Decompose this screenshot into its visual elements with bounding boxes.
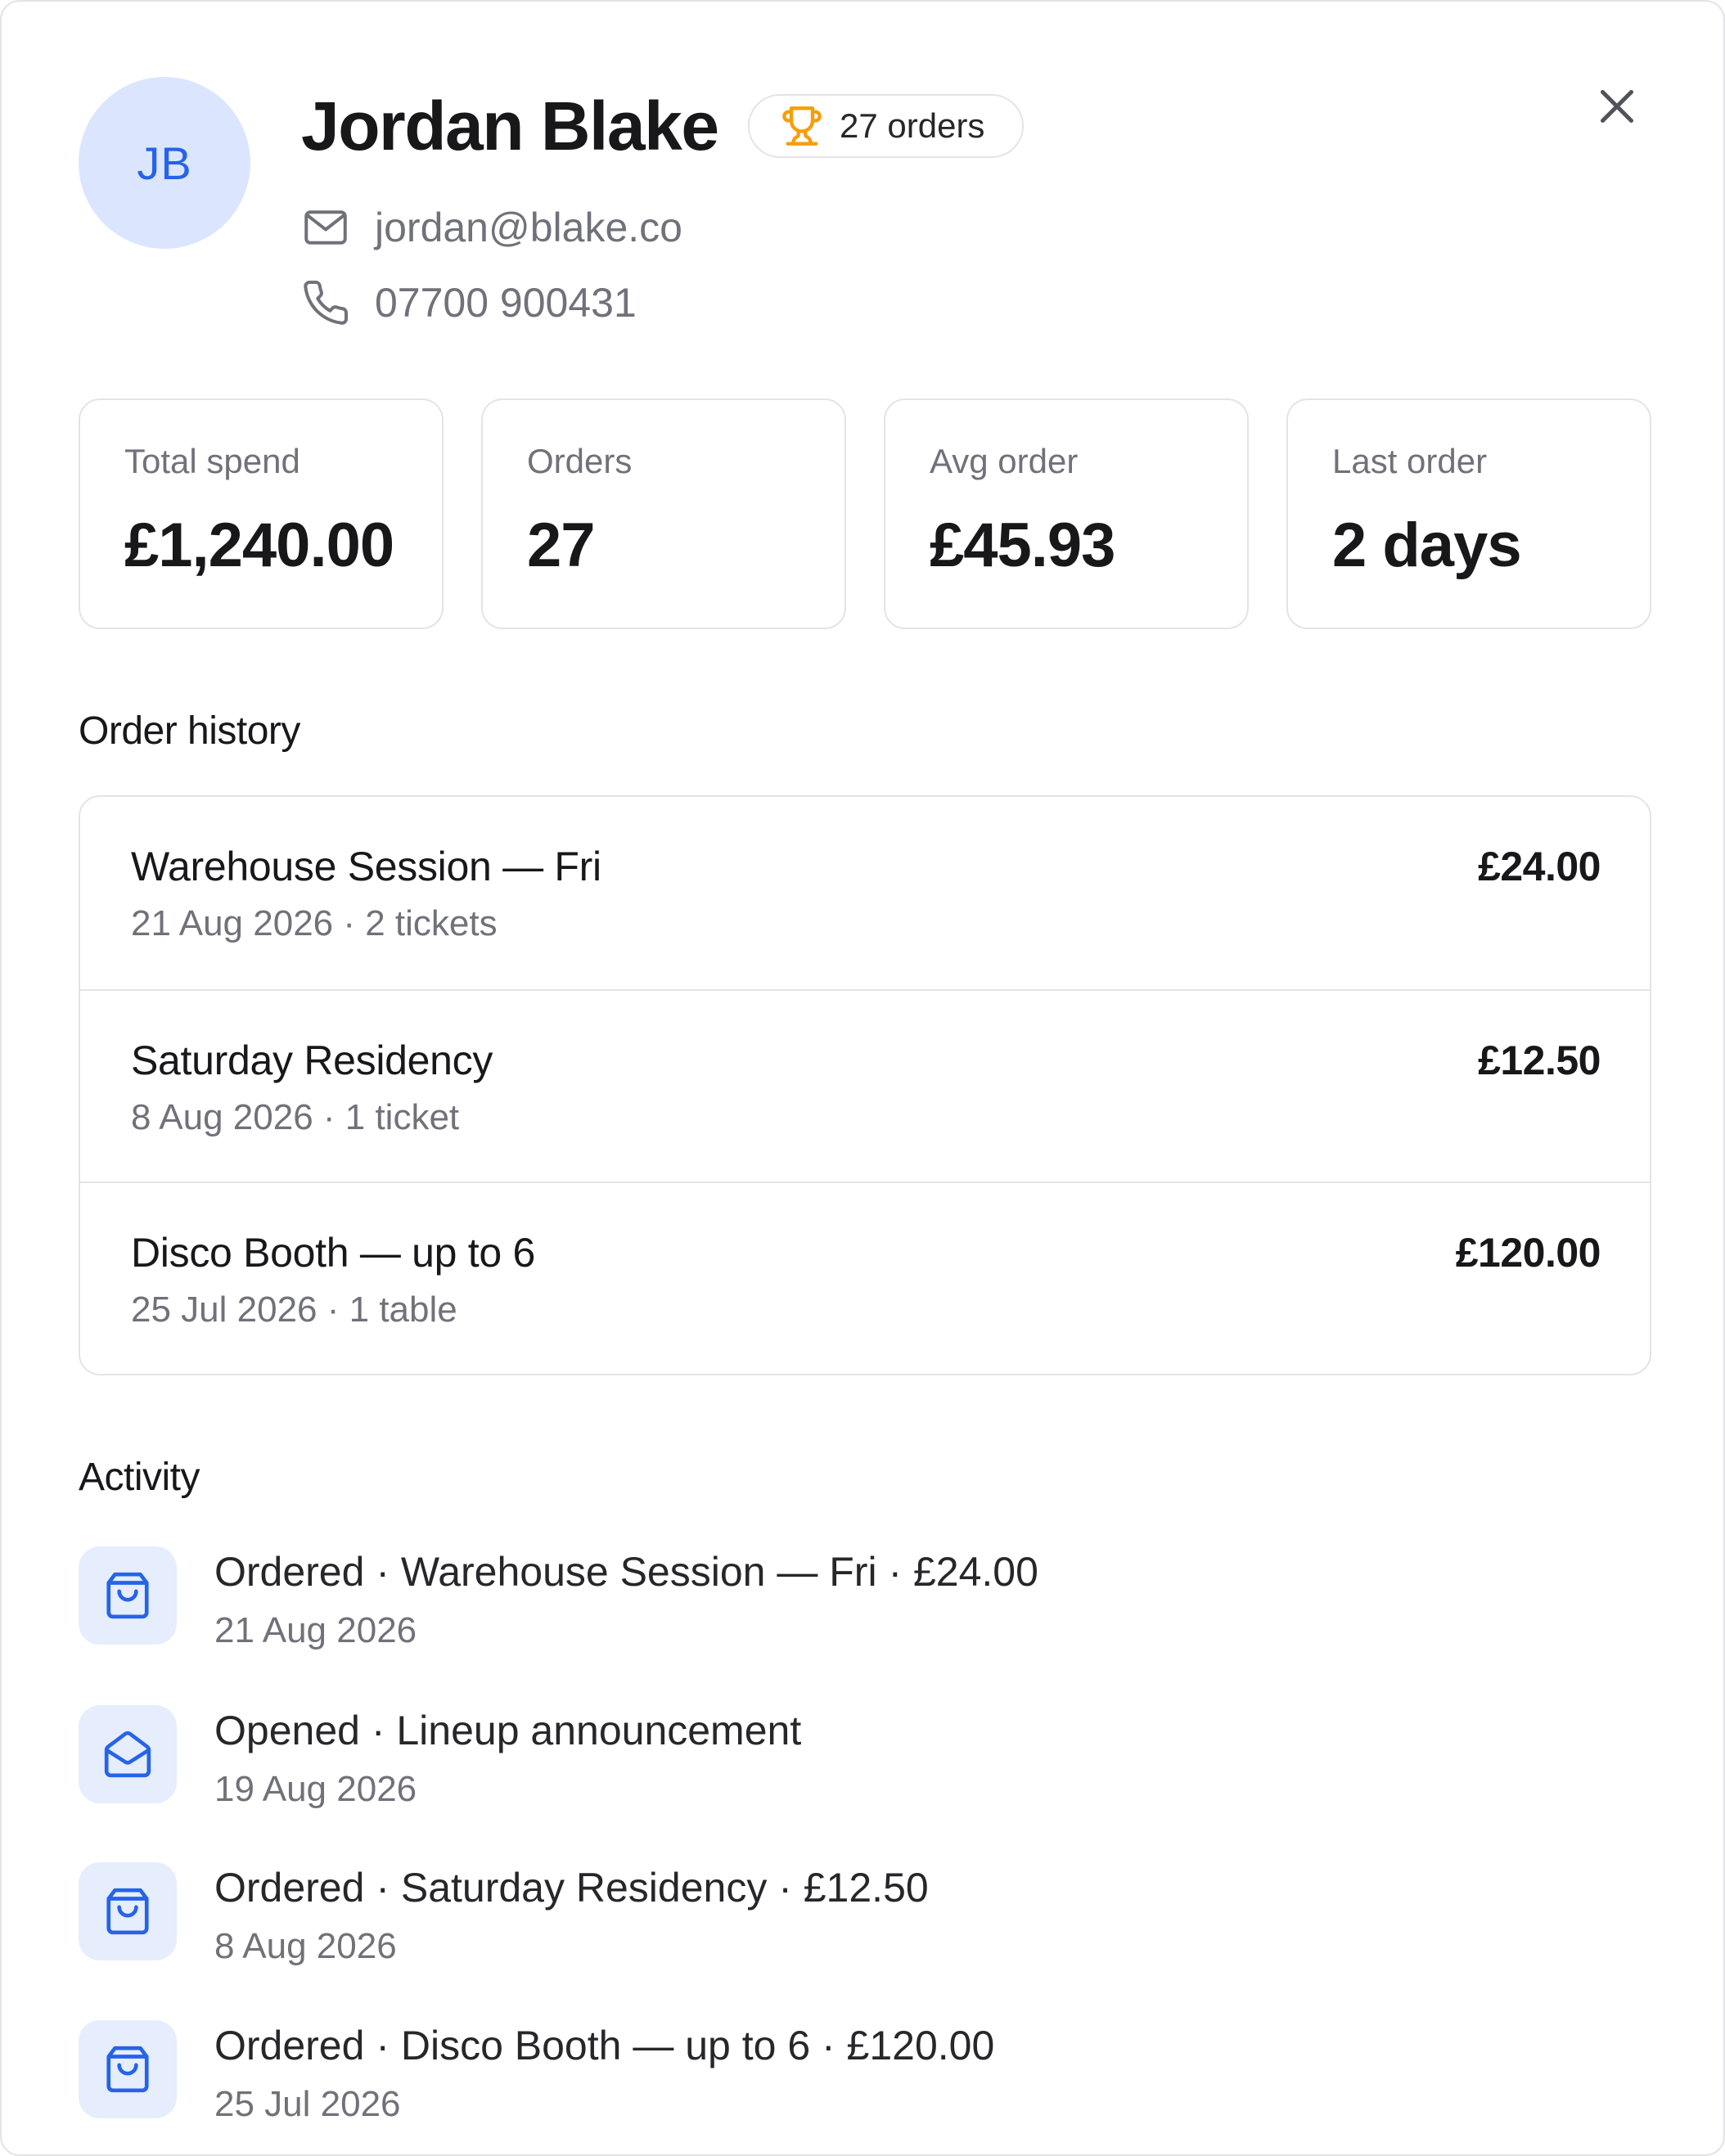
stat-avg-order: Avg order £45.93	[884, 398, 1249, 629]
email-text[interactable]: jordan@blake.co	[375, 204, 682, 251]
email-row: jordan@blake.co	[301, 203, 682, 252]
stat-label: Last order	[1332, 442, 1488, 480]
shopping-bag-icon	[106, 1572, 149, 1619]
activity-item: Opened · Lineup announcement 19 Aug 2026	[79, 1705, 1633, 1828]
activity-date: 8 Aug 2026	[214, 1926, 397, 1966]
mail-open-icon	[104, 1731, 151, 1778]
order-row[interactable]: Disco Booth — up to 6 25 Jul 2026 · 1 ta…	[80, 1182, 1650, 1374]
avatar: JB	[79, 77, 250, 249]
stat-value: 27	[527, 511, 596, 580]
shopping-bag-icon	[106, 1888, 149, 1935]
avatar-initials: JB	[137, 137, 192, 189]
customer-name: Jordan Blake	[301, 88, 719, 164]
orders-count-badge: 27 orders	[748, 94, 1024, 158]
activity-item: Ordered · Saturday Residency · £12.50 8 …	[79, 1862, 1633, 1985]
stat-label: Total spend	[124, 442, 300, 480]
order-price: £12.50	[1478, 1037, 1601, 1083]
close-icon	[1601, 90, 1633, 123]
order-row[interactable]: Saturday Residency 8 Aug 2026 · 1 ticket…	[80, 989, 1650, 1182]
activity-heading: Activity	[79, 1456, 200, 1499]
order-title: Disco Booth — up to 6	[131, 1230, 535, 1276]
activity-icon-wrap	[79, 2020, 177, 2118]
stat-label: Avg order	[930, 442, 1079, 480]
activity-date: 25 Jul 2026	[214, 2084, 401, 2124]
shopping-bag-icon	[106, 2046, 149, 2093]
activity-date: 21 Aug 2026	[214, 1610, 417, 1650]
order-meta: 8 Aug 2026 · 1 ticket	[131, 1097, 460, 1137]
activity-item: Ordered · Disco Booth — up to 6 · £120.0…	[79, 2020, 1633, 2143]
order-history-heading: Order history	[79, 709, 300, 753]
order-price: £24.00	[1478, 844, 1601, 889]
order-price: £120.00	[1455, 1230, 1601, 1276]
customer-detail-panel: JB Jordan Blake 27 orders jordan@blake.c…	[0, 0, 1725, 2156]
activity-icon-wrap	[79, 1862, 177, 1960]
stat-label: Orders	[527, 442, 633, 480]
activity-item: Ordered · Warehouse Session — Fri · £24.…	[79, 1546, 1633, 1669]
activity-icon-wrap	[79, 1705, 177, 1803]
order-row[interactable]: Warehouse Session — Fri 21 Aug 2026 · 2 …	[80, 797, 1650, 989]
order-meta: 25 Jul 2026 · 1 table	[131, 1290, 457, 1330]
activity-text: Ordered · Warehouse Session — Fri · £24.…	[214, 1549, 1038, 1595]
order-title: Saturday Residency	[131, 1037, 493, 1083]
close-button[interactable]	[1591, 80, 1643, 133]
activity-text: Opened · Lineup announcement	[214, 1708, 802, 1753]
order-history-list: Warehouse Session — Fri 21 Aug 2026 · 2 …	[79, 795, 1651, 1375]
stat-orders: Orders 27	[481, 398, 846, 629]
order-meta: 21 Aug 2026 · 2 tickets	[131, 903, 498, 943]
phone-icon	[304, 281, 349, 325]
stat-value: £45.93	[930, 511, 1115, 580]
stat-value: £1,240.00	[124, 511, 394, 580]
activity-text: Ordered · Disco Booth — up to 6 · £120.0…	[214, 2023, 995, 2068]
stat-last-order: Last order 2 days	[1286, 398, 1651, 629]
order-title: Warehouse Session — Fri	[131, 844, 601, 889]
stat-value: 2 days	[1332, 511, 1522, 580]
phone-text[interactable]: 07700 900431	[375, 279, 637, 326]
trophy-icon	[782, 106, 822, 146]
activity-text: Ordered · Saturday Residency · £12.50	[214, 1865, 929, 1911]
orders-badge-label: 27 orders	[840, 106, 985, 145]
activity-icon-wrap	[79, 1546, 177, 1645]
mail-icon	[304, 210, 347, 245]
phone-row: 07700 900431	[301, 278, 637, 327]
stat-total-spend: Total spend £1,240.00	[79, 398, 444, 629]
activity-date: 19 Aug 2026	[214, 1769, 417, 1809]
